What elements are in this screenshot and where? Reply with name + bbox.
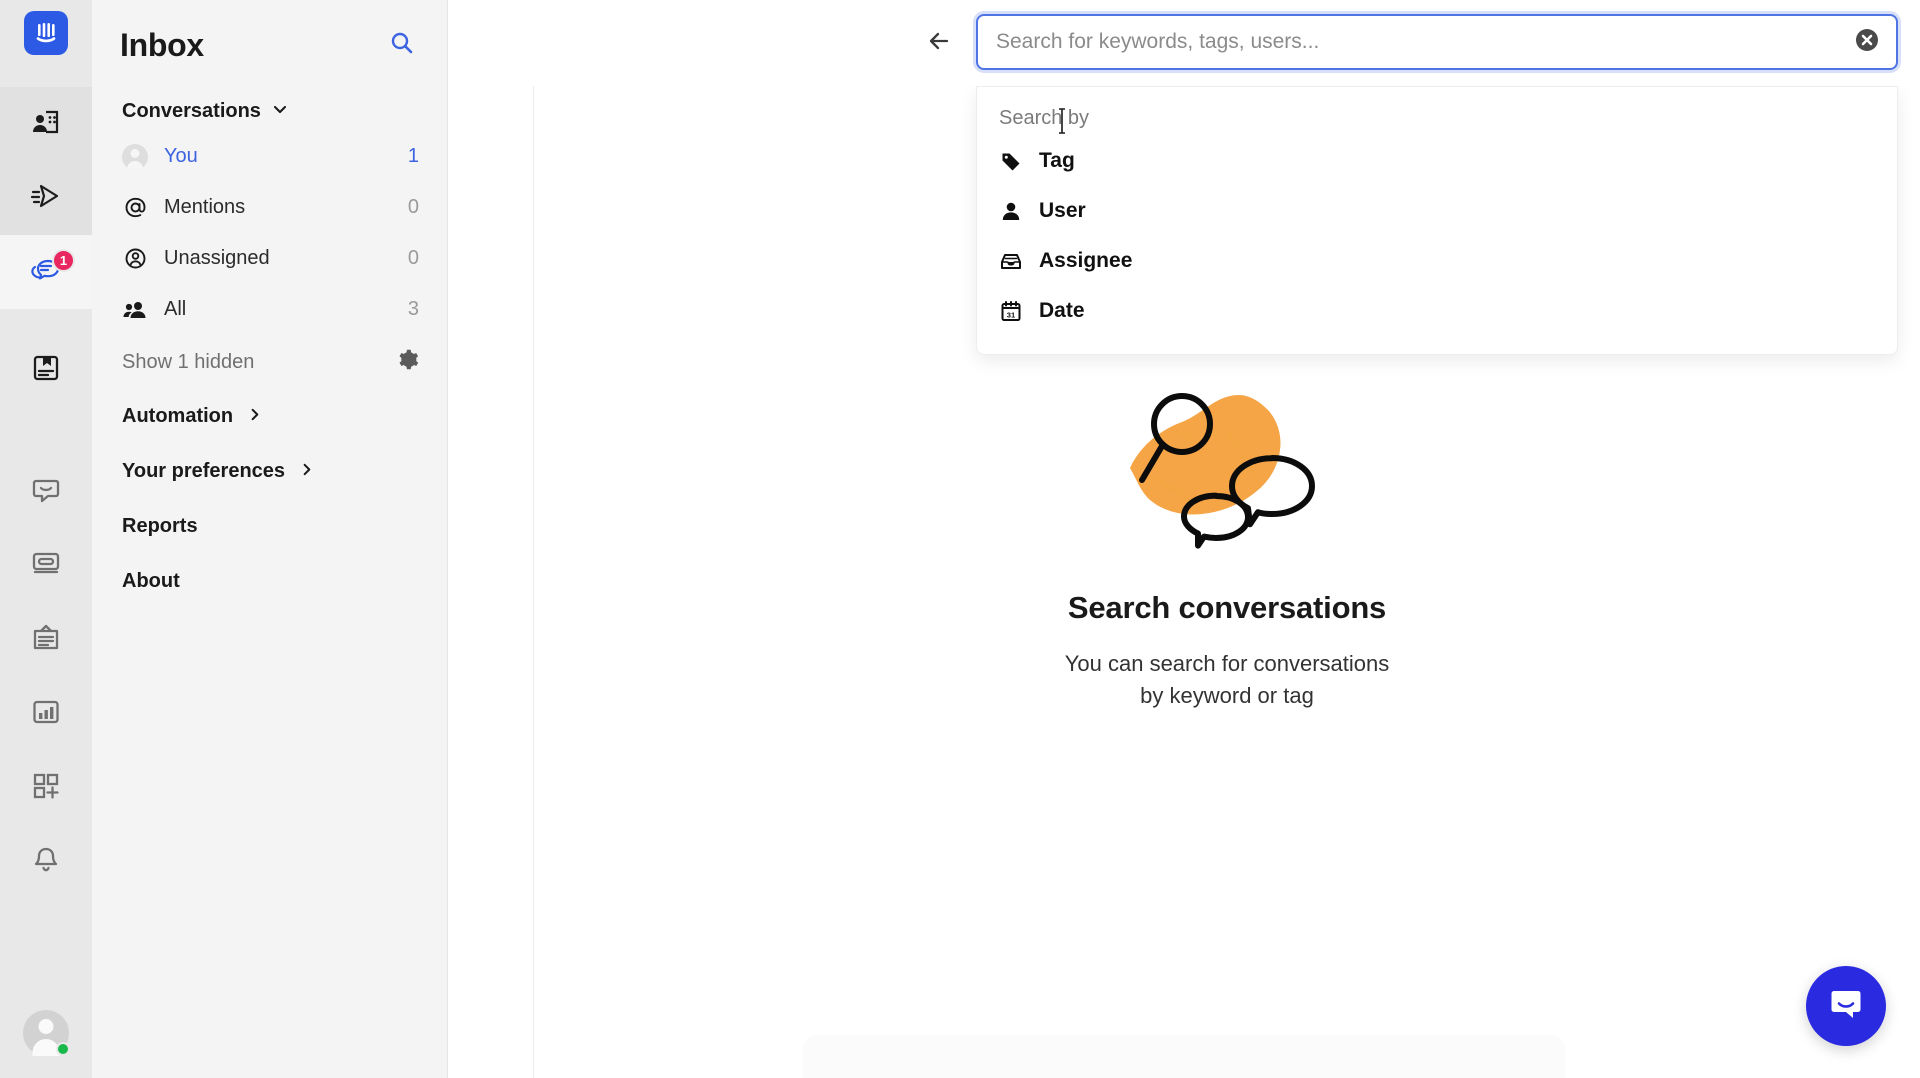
rail-item-inbox[interactable]: 1 — [0, 235, 92, 309]
chevron-right-icon — [299, 462, 314, 482]
sidebar-item-count: 0 — [407, 196, 419, 218]
search-by-option-label: Assignee — [1039, 249, 1133, 272]
rail-item-articles[interactable] — [0, 333, 92, 407]
people-icon — [122, 297, 148, 323]
search-by-option-date[interactable]: 31 Date — [977, 286, 1897, 336]
show-hidden-row[interactable]: Show 1 hidden — [120, 335, 419, 389]
rail-item-messenger[interactable] — [0, 455, 92, 529]
main-content: Search conversations You can search for … — [448, 0, 1920, 1078]
tag-icon — [999, 149, 1023, 173]
search-by-option-label: Tag — [1039, 149, 1075, 172]
sidebar-item-count: 1 — [407, 145, 419, 167]
sidebar-item-reports[interactable]: Reports — [120, 499, 419, 554]
chevron-right-icon — [247, 407, 262, 427]
sidebar-item-mentions[interactable]: Mentions 0 — [120, 182, 419, 233]
sidebar-item-you[interactable]: You 1 — [120, 131, 419, 182]
empty-state-subtitle-line1: You can search for conversations — [1064, 651, 1390, 676]
bottom-composer-panel — [804, 1038, 1564, 1078]
sidebar-item-label: You — [164, 145, 198, 167]
gear-icon[interactable] — [396, 348, 419, 376]
sidebar-item-label: All — [164, 298, 187, 320]
page-title: Inbox — [120, 26, 204, 63]
sidebar-item-unassigned[interactable]: Unassigned 0 — [120, 233, 419, 284]
avatar-icon — [122, 143, 148, 170]
conversation-list-column — [448, 0, 534, 1078]
articles-icon — [30, 352, 62, 389]
sidebar-item-about[interactable]: About — [120, 554, 419, 609]
sidebar-search-button[interactable] — [385, 28, 419, 62]
unassigned-person-icon — [122, 246, 148, 272]
search-field-wrapper — [976, 14, 1898, 70]
bell-icon — [30, 844, 62, 881]
rail-item-contacts[interactable] — [0, 87, 92, 161]
rail-item-reports[interactable] — [0, 677, 92, 751]
navigation-rail: 1 — [0, 0, 92, 1078]
sidebar-item-all[interactable]: All 3 — [120, 284, 419, 335]
rail-item-notifications[interactable] — [0, 825, 92, 899]
menu-link-label: Your preferences — [122, 460, 286, 482]
tickets-icon — [30, 548, 62, 585]
sidebar-item-label: Unassigned — [164, 247, 270, 269]
avatar-head — [38, 1019, 54, 1034]
search-by-option-label: User — [1039, 199, 1086, 222]
magnifier-speech-bubbles-illustration — [1112, 372, 1342, 562]
search-by-dropdown: Search by Tag User Assignee 31 Date — [976, 86, 1898, 355]
conversations-section-header[interactable]: Conversations — [120, 100, 419, 123]
search-input[interactable] — [976, 14, 1898, 70]
rail-item-clipboard[interactable] — [0, 603, 92, 677]
rail-item-apps[interactable] — [0, 751, 92, 825]
online-status-dot — [56, 1042, 70, 1056]
sidebar-item-automation[interactable]: Automation — [120, 389, 419, 444]
intercom-messenger-launcher[interactable] — [1806, 966, 1886, 1046]
search-by-option-user[interactable]: User — [977, 186, 1897, 236]
intercom-inbox-app: 1 Inbox Conversations You 1 Mentions 0 U… — [0, 0, 1920, 1078]
sidebar-header: Inbox — [120, 0, 419, 86]
search-by-option-label: Date — [1039, 299, 1085, 322]
contacts-icon — [29, 105, 63, 144]
sidebar-item-your-preferences[interactable]: Your preferences — [120, 444, 419, 499]
inbox-sidebar: Inbox Conversations You 1 Mentions 0 Una… — [92, 0, 448, 1078]
search-by-option-assignee[interactable]: Assignee — [977, 236, 1897, 286]
conversations-label: Conversations — [122, 100, 261, 122]
show-hidden-label: Show 1 hidden — [122, 350, 255, 373]
inbox-unread-badge: 1 — [52, 249, 75, 272]
clear-circle-icon — [1854, 27, 1880, 58]
empty-state-title: Search conversations — [1067, 590, 1387, 625]
search-by-heading: Search by — [999, 107, 1090, 129]
svg-text:31: 31 — [1007, 310, 1016, 319]
menu-link-label: Automation — [122, 405, 234, 427]
messenger-icon — [30, 474, 62, 511]
search-icon — [389, 30, 415, 61]
sidebar-item-count: 3 — [407, 298, 419, 320]
chevron-down-icon — [272, 101, 288, 122]
calendar-31-icon: 31 — [999, 299, 1023, 323]
clear-search-button[interactable] — [1854, 27, 1880, 58]
outbound-send-icon — [29, 179, 63, 218]
inbox-tray-icon — [999, 249, 1023, 273]
search-topbar — [448, 0, 1920, 86]
clipboard-icon — [30, 622, 62, 659]
menu-link-label: About — [122, 570, 180, 592]
intercom-messenger-icon — [1825, 983, 1867, 1030]
rail-item-tickets[interactable] — [0, 529, 92, 603]
intercom-logo-icon[interactable] — [24, 11, 68, 55]
rail-item-outbound[interactable] — [0, 161, 92, 235]
apps-plus-icon — [31, 771, 61, 806]
reports-chart-icon — [30, 696, 62, 733]
sidebar-item-label: Mentions — [164, 196, 246, 218]
person-icon — [999, 199, 1023, 223]
arrow-left-icon — [925, 27, 953, 60]
sidebar-item-count: 0 — [407, 247, 419, 269]
empty-state-subtitle-line2: by keyword or tag — [1140, 682, 1314, 708]
menu-link-label: Reports — [122, 515, 198, 537]
user-avatar[interactable] — [23, 1010, 70, 1056]
back-button[interactable] — [920, 24, 958, 62]
at-sign-icon — [122, 195, 148, 221]
search-by-option-tag[interactable]: Tag — [977, 136, 1897, 186]
